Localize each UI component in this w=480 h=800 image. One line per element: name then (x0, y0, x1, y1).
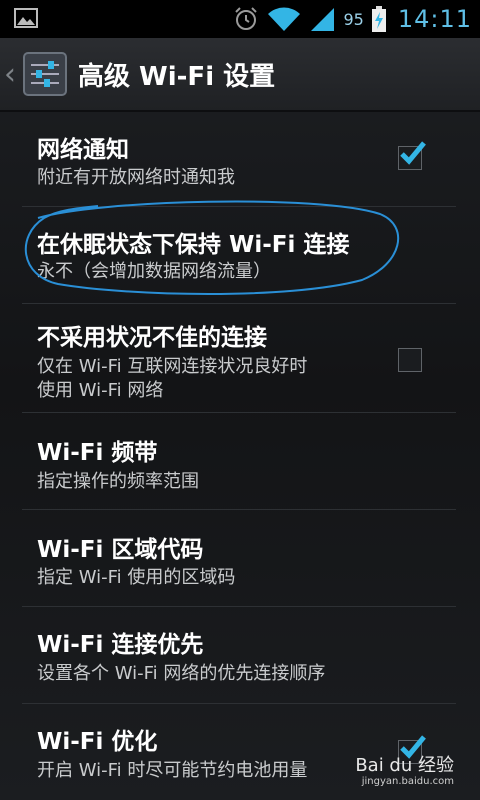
checkmark-icon (400, 141, 426, 165)
pref-title: Wi-Fi 优化 (37, 729, 158, 755)
watermark-url: jingyan.baidu.com (361, 776, 454, 787)
gallery-icon (14, 8, 38, 28)
pref-summary: 指定操作的频率范围 (37, 471, 199, 492)
alarm-icon (235, 7, 258, 30)
settings-sliders-icon[interactable] (22, 51, 68, 97)
watermark-brand: Bai du 经验 (355, 755, 454, 776)
pref-summary: 附近有开放网络时通知我 (37, 167, 235, 188)
battery-percent: 95 (343, 9, 364, 29)
pref-summary-line-1: 仅在 Wi-Fi 互联网连接状况良好时 (37, 356, 308, 377)
pref-wifi-region-code[interactable]: Wi-Fi 区域代码 指定 Wi-Fi 使用的区域码 (22, 510, 456, 607)
signal-icon (311, 8, 335, 31)
pref-title: Wi-Fi 频带 (37, 440, 158, 466)
pref-summary: 指定 Wi-Fi 使用的区域码 (37, 567, 236, 588)
status-bar: 95 14:11 (0, 0, 480, 38)
pref-wifi-priority[interactable]: Wi-Fi 连接优先 设置各个 Wi-Fi 网络的优先连接顺序 (22, 607, 456, 704)
page-title: 高级 Wi-Fi 设置 (78, 61, 276, 92)
action-bar[interactable]: ‹ 高级 Wi-Fi 设置 (0, 38, 480, 112)
network-notification-checkbox[interactable] (398, 141, 426, 170)
pref-network-notification[interactable]: 网络通知 附近有开放网络时通知我 (22, 112, 456, 207)
annotation-circle (24, 200, 399, 295)
pref-summary-line-2: 使用 Wi-Fi 网络 (37, 380, 164, 401)
pref-title: Wi-Fi 区域代码 (37, 537, 204, 563)
clock: 14:11 (397, 5, 472, 33)
watermark: Bai du 经验 jingyan.baidu.com (355, 755, 454, 790)
pref-avoid-poor-connections[interactable]: 不采用状况不佳的连接 仅在 Wi-Fi 互联网连接状况良好时 使用 Wi-Fi … (22, 304, 456, 413)
wifi-icon (268, 7, 301, 31)
pref-title: 不采用状况不佳的连接 (37, 325, 267, 351)
pref-title: Wi-Fi 连接优先 (37, 632, 204, 658)
pref-summary: 设置各个 Wi-Fi 网络的优先连接顺序 (37, 663, 326, 684)
back-caret-icon[interactable]: ‹ (4, 57, 18, 92)
pref-title: 网络通知 (37, 137, 129, 163)
avoid-poor-connections-checkbox[interactable] (398, 348, 422, 372)
battery-charging-icon (371, 6, 386, 32)
pref-summary: 开启 Wi-Fi 时尽可能节约电池用量 (37, 760, 308, 781)
pref-wifi-band[interactable]: Wi-Fi 频带 指定操作的频率范围 (22, 413, 456, 510)
